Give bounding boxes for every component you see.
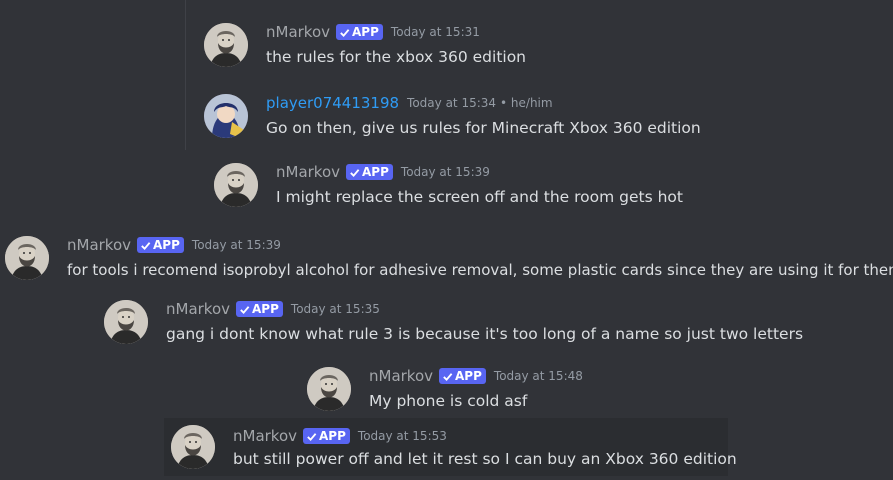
username[interactable]: nMarkov <box>233 427 297 445</box>
message-text: I might replace the screen off and the r… <box>276 188 683 206</box>
bearded-man-portrait <box>171 425 215 469</box>
badge-label: APP <box>153 238 180 252</box>
username[interactable]: nMarkov <box>369 367 433 385</box>
message-header: nMarkov APP Today at 15:35 <box>166 300 380 318</box>
checkmark-icon <box>141 241 151 250</box>
app-badge: APP <box>137 237 184 253</box>
checkmark-icon <box>240 305 250 314</box>
app-badge: APP <box>346 164 393 180</box>
bearded-man-portrait <box>104 300 148 344</box>
message-header: nMarkov APP Today at 15:39 <box>67 236 281 254</box>
pronouns: • he/him <box>500 96 553 110</box>
checkmark-icon <box>443 372 453 381</box>
badge-label: APP <box>252 302 279 316</box>
username[interactable]: nMarkov <box>67 236 131 254</box>
timestamp[interactable]: Today at 15:48 <box>494 369 583 383</box>
badge-label: APP <box>352 25 379 39</box>
avatar[interactable] <box>5 236 49 280</box>
avatar[interactable] <box>307 367 351 411</box>
username[interactable]: player074413198 <box>266 94 399 112</box>
app-badge: APP <box>303 428 350 444</box>
bearded-man-portrait <box>214 163 258 207</box>
thread-divider <box>185 0 186 150</box>
message-header: nMarkov APP Today at 15:39 <box>276 163 490 181</box>
timestamp[interactable]: Today at 15:31 <box>391 25 480 39</box>
timestamp[interactable]: Today at 15:53 <box>358 429 447 443</box>
username[interactable]: nMarkov <box>266 23 330 41</box>
message-text: for tools i recomend isoprobyl alcohol f… <box>67 261 893 279</box>
username[interactable]: nMarkov <box>276 163 340 181</box>
badge-label: APP <box>362 165 389 179</box>
timestamp[interactable]: Today at 15:34 <box>407 96 496 110</box>
app-badge: APP <box>336 24 383 40</box>
timestamp[interactable]: Today at 15:35 <box>291 302 380 316</box>
app-badge: APP <box>439 368 486 384</box>
bearded-man-portrait <box>5 236 49 280</box>
avatar[interactable] <box>204 94 248 138</box>
avatar[interactable] <box>204 23 248 67</box>
message-header: nMarkov APP Today at 15:53 <box>233 427 447 445</box>
message-text: but still power off and let it rest so I… <box>233 450 737 468</box>
checkmark-icon <box>350 168 360 177</box>
username[interactable]: nMarkov <box>166 300 230 318</box>
avatar[interactable] <box>171 425 215 469</box>
anime-character-portrait <box>204 94 248 138</box>
badge-label: APP <box>319 429 346 443</box>
message-header: nMarkov APP Today at 15:48 <box>369 367 583 385</box>
timestamp[interactable]: Today at 15:39 <box>401 165 490 179</box>
checkmark-icon <box>340 28 350 37</box>
bearded-man-portrait <box>307 367 351 411</box>
message-text: Go on then, give us rules for Minecraft … <box>266 119 701 137</box>
timestamp[interactable]: Today at 15:39 <box>192 238 281 252</box>
avatar[interactable] <box>214 163 258 207</box>
badge-label: APP <box>455 369 482 383</box>
app-badge: APP <box>236 301 283 317</box>
message-text: the rules for the xbox 360 edition <box>266 48 527 66</box>
message-header: nMarkov APP Today at 15:31 <box>266 23 480 41</box>
message-text: gang i dont know what rule 3 is because … <box>166 325 804 343</box>
avatar[interactable] <box>104 300 148 344</box>
bearded-man-portrait <box>204 23 248 67</box>
message-text: My phone is cold asf <box>369 392 528 410</box>
checkmark-icon <box>307 432 317 441</box>
message-header: player074413198 Today at 15:34 • he/him <box>266 94 553 112</box>
